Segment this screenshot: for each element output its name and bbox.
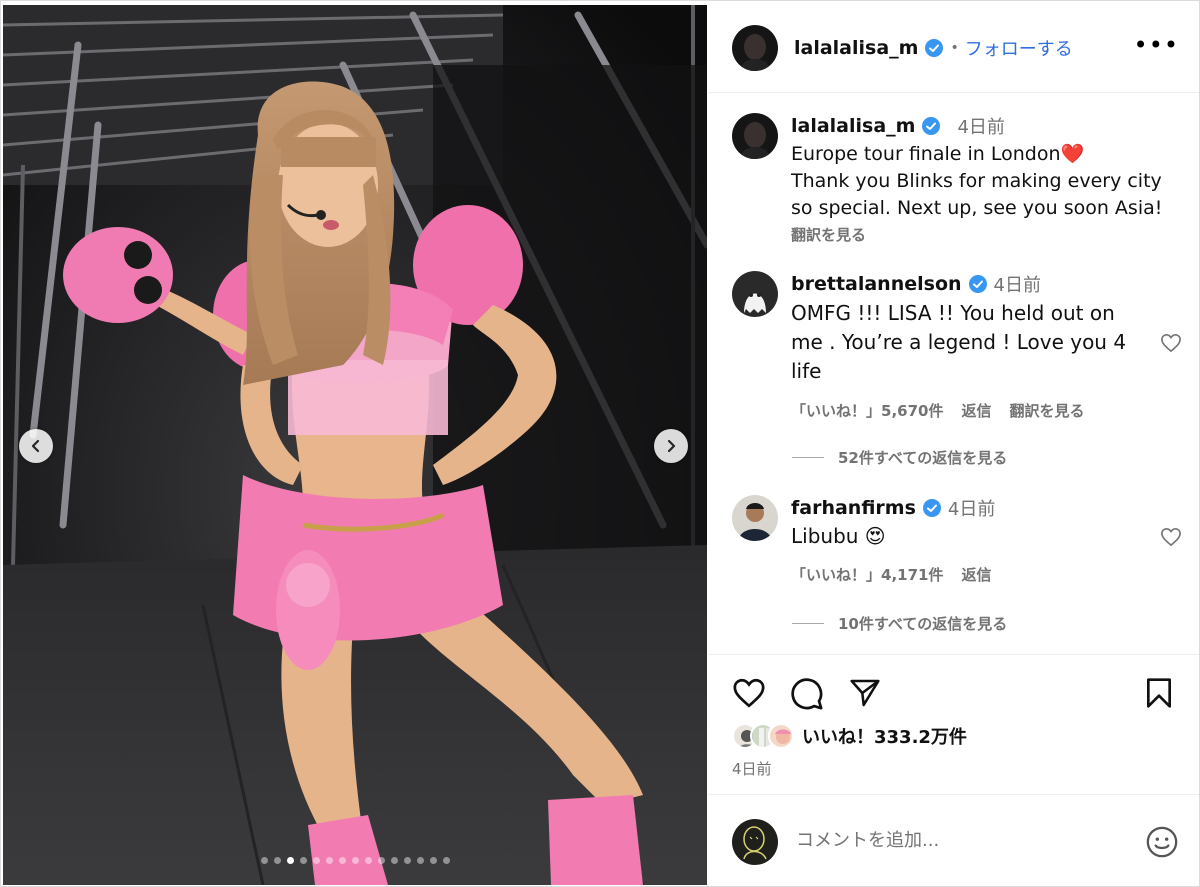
comment-composer bbox=[708, 794, 1199, 885]
caption-username[interactable]: lalalalisa_m bbox=[791, 115, 915, 137]
see-translation-link[interactable]: 翻訳を見る bbox=[791, 224, 1186, 245]
commenter-avatar[interactable] bbox=[732, 495, 778, 541]
reply-button[interactable]: 返信 bbox=[961, 564, 991, 585]
author-avatar[interactable] bbox=[732, 25, 778, 71]
carousel-dot bbox=[377, 857, 385, 864]
heart-icon[interactable] bbox=[732, 677, 766, 709]
carousel-dot bbox=[273, 857, 281, 864]
comment-likes[interactable]: 「いいね！」5,670件 bbox=[791, 400, 943, 421]
commenter-username[interactable]: brettalannelson bbox=[791, 273, 962, 295]
carousel-dot bbox=[260, 857, 268, 864]
caption-line-2: Thank you Blinks for making every city s… bbox=[791, 170, 1163, 219]
carousel-indicator bbox=[3, 857, 707, 864]
carousel-prev-button[interactable] bbox=[19, 429, 53, 463]
paper-plane-icon[interactable] bbox=[848, 677, 882, 709]
carousel-dot bbox=[351, 857, 359, 864]
caption-line-1: Europe tour finale in London❤️ bbox=[791, 143, 1085, 165]
author-username[interactable]: lalalalisa_m bbox=[794, 37, 918, 59]
carousel-dot bbox=[403, 857, 411, 864]
more-options-icon[interactable]: ••• bbox=[1134, 33, 1179, 57]
carousel-dot bbox=[286, 857, 294, 864]
carousel-dot bbox=[312, 857, 320, 864]
dot-separator: • bbox=[950, 40, 959, 56]
likes-count: いいね！333.2万件 bbox=[802, 727, 967, 748]
verified-badge-icon bbox=[968, 275, 987, 293]
view-replies-label: 52件すべての返信を見る bbox=[838, 449, 1008, 467]
carousel-dot bbox=[338, 857, 346, 864]
post-header: lalalalisa_m • フォローする ••• bbox=[708, 5, 1199, 93]
follow-button[interactable]: フォローする bbox=[965, 35, 1073, 61]
chevron-left-icon bbox=[31, 439, 40, 453]
comment-text: Libubu 😍 bbox=[791, 524, 886, 548]
post-date: 4日前 bbox=[732, 760, 772, 778]
likes-summary[interactable]: いいね！333.2万件 bbox=[732, 723, 967, 749]
comment-time: 4日前 bbox=[993, 275, 1041, 296]
post-frame: lalalalisa_m • フォローする ••• lalalalisa_m 4… bbox=[0, 0, 1200, 887]
comment-input[interactable] bbox=[796, 830, 1116, 851]
author-line: lalalalisa_m • フォローする bbox=[794, 35, 1073, 61]
view-replies-button[interactable]: 10件すべての返信を見る bbox=[792, 613, 1007, 634]
view-replies-label: 10件すべての返信を見る bbox=[838, 615, 1008, 633]
carousel-dot bbox=[325, 857, 333, 864]
reply-button[interactable]: 返信 bbox=[961, 400, 991, 421]
carousel-dot bbox=[429, 857, 437, 864]
carousel-dot bbox=[299, 857, 307, 864]
concert-backstage-image bbox=[3, 5, 707, 885]
action-bar: いいね！333.2万件 4日前 bbox=[708, 654, 1199, 794]
caption-avatar[interactable] bbox=[732, 113, 778, 159]
verified-badge-icon bbox=[925, 39, 944, 57]
liker-avatar bbox=[768, 723, 794, 749]
carousel-next-button[interactable] bbox=[654, 429, 688, 463]
viewer-avatar bbox=[732, 819, 778, 865]
post-side-panel: lalalalisa_m • フォローする ••• lalalalisa_m 4… bbox=[708, 5, 1199, 885]
carousel-dot bbox=[442, 857, 450, 864]
view-replies-button[interactable]: 52件すべての返信を見る bbox=[792, 447, 1007, 468]
chevron-right-icon bbox=[667, 439, 676, 453]
commenter-username[interactable]: farhanfirms bbox=[791, 497, 916, 519]
heart-icon[interactable] bbox=[1160, 527, 1182, 547]
comment-likes[interactable]: 「いいね！」4,171件 bbox=[791, 564, 943, 585]
smiley-icon[interactable] bbox=[1145, 825, 1179, 859]
carousel-dot bbox=[416, 857, 424, 864]
comment-text: OMFG !!! LISA !! You held out on me . Yo… bbox=[791, 301, 1127, 383]
see-translation-link[interactable]: 翻訳を見る bbox=[1009, 400, 1084, 421]
bookmark-icon[interactable] bbox=[1144, 677, 1174, 709]
comment-bubble-icon[interactable] bbox=[790, 677, 824, 711]
verified-badge-icon bbox=[922, 499, 941, 517]
comment-time: 4日前 bbox=[947, 499, 996, 520]
heart-icon[interactable] bbox=[1160, 333, 1182, 353]
post-photo[interactable] bbox=[3, 5, 707, 885]
carousel-dot bbox=[390, 857, 398, 864]
verified-badge-icon bbox=[922, 117, 941, 135]
carousel-dot bbox=[364, 857, 372, 864]
caption-time: 4日前 bbox=[957, 117, 1005, 138]
commenter-avatar[interactable] bbox=[732, 271, 778, 317]
